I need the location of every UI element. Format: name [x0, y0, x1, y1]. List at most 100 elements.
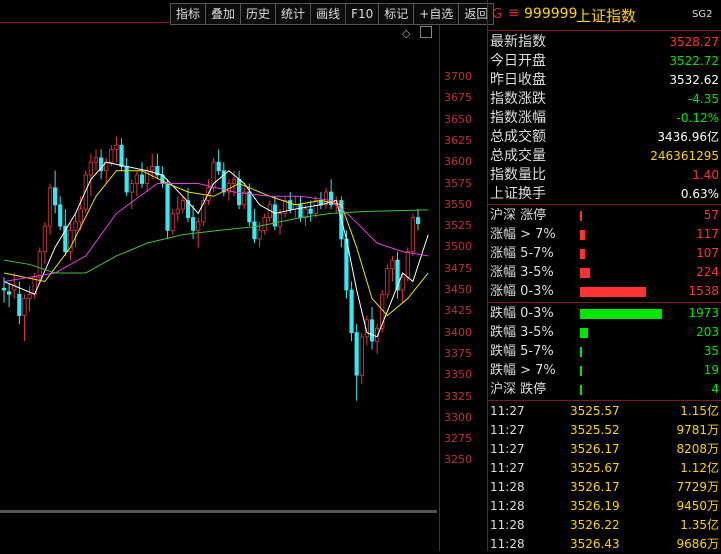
candle-up[interactable]: [262, 217, 267, 231]
toolbar-button[interactable]: 统计: [275, 3, 311, 25]
y-axis-tick-label: 3525: [444, 219, 472, 233]
candle-up[interactable]: [27, 293, 32, 299]
candle-up[interactable]: [390, 259, 395, 270]
candle-down[interactable]: [216, 161, 221, 172]
tick-time: 11:27: [490, 404, 525, 418]
y-axis-tick-label: 3625: [444, 133, 472, 147]
candle-down[interactable]: [252, 221, 257, 240]
tick-time: 11:27: [490, 442, 525, 456]
candle-down[interactable]: [415, 217, 421, 224]
candle-up[interactable]: [400, 276, 405, 291]
breadth-bar: [580, 385, 582, 395]
candle-up[interactable]: [88, 161, 93, 176]
candle-up[interactable]: [313, 200, 318, 214]
candle-down[interactable]: [298, 204, 303, 218]
candle-up[interactable]: [242, 191, 247, 206]
candle-up[interactable]: [129, 183, 134, 193]
candle-up[interactable]: [410, 217, 415, 253]
candle-up[interactable]: [78, 208, 83, 223]
toolbar-button[interactable]: 指标: [170, 3, 206, 25]
candle-down[interactable]: [165, 183, 170, 231]
toolbar-button[interactable]: 叠加: [205, 3, 241, 25]
y-axis-tick-label: 3550: [444, 197, 472, 211]
y-axis-tick-label: 3250: [444, 453, 472, 467]
pane-separator[interactable]: [0, 510, 437, 513]
tick-price: 3525.67: [570, 461, 620, 475]
candle-up[interactable]: [150, 166, 155, 172]
candle-up[interactable]: [93, 157, 99, 163]
candle-up[interactable]: [134, 174, 139, 184]
candle-up[interactable]: [47, 187, 53, 227]
candle-up[interactable]: [114, 144, 119, 150]
candle-down[interactable]: [288, 200, 293, 210]
quote-label: 最新指数: [490, 34, 546, 50]
candle-up[interactable]: [359, 336, 364, 376]
candle-down[interactable]: [7, 291, 12, 295]
quote-value: 3528.27: [669, 35, 719, 49]
breadth-up-row: 涨幅 3-5% 224: [488, 263, 719, 282]
candle-up[interactable]: [170, 212, 175, 231]
candle-down[interactable]: [349, 289, 354, 333]
candle-up[interactable]: [180, 200, 185, 210]
diamond-icon[interactable]: ◇: [402, 27, 410, 40]
candle-up[interactable]: [175, 208, 180, 214]
breadth-count: 1538: [688, 284, 719, 298]
group-mark[interactable]: G: [492, 7, 502, 22]
y-axis-tick-label: 3650: [444, 112, 472, 126]
toolbar-button[interactable]: 标记: [378, 3, 414, 25]
breadth-bar: [580, 328, 588, 338]
quote-row: 今日开盘 3522.72: [488, 52, 719, 71]
candle-up[interactable]: [42, 225, 47, 253]
candle-up[interactable]: [37, 251, 42, 278]
menu-icon[interactable]: ≡: [508, 5, 520, 21]
quote-value: -0.12%: [676, 111, 719, 125]
breadth-label: 涨幅 3-5%: [490, 265, 554, 280]
y-axis-tick-label: 3450: [444, 283, 472, 296]
quote-row: 指数涨跌 -4.35: [488, 90, 719, 109]
candle-up[interactable]: [83, 174, 88, 210]
candle-up[interactable]: [196, 221, 201, 231]
candle-down[interactable]: [17, 293, 22, 316]
breadth-up-row: 涨幅 0-3% 1538: [488, 282, 719, 301]
breadth-down-row: 跌幅 3-5% 203: [488, 323, 719, 342]
quote-label: 指数量比: [490, 167, 546, 183]
candle-up[interactable]: [231, 178, 237, 184]
breadth-count: 4: [711, 382, 719, 396]
candle-up[interactable]: [277, 212, 283, 227]
quote-label: 上证换手: [490, 186, 546, 202]
candle-down[interactable]: [308, 208, 313, 214]
breadth-bar: [580, 366, 582, 376]
candle-down[interactable]: [119, 144, 124, 167]
candle-up[interactable]: [257, 229, 262, 240]
toolbar-button[interactable]: F10: [345, 3, 379, 25]
kline-chart-pane[interactable]: ◇ 3700 3675 3650 3625 3600 3575 3550 3525 3500 34…: [0, 0, 487, 551]
candle-down[interactable]: [1, 287, 7, 291]
breadth-bar: [580, 230, 585, 240]
candle-down[interactable]: [53, 187, 58, 206]
toolbar-button[interactable]: +自选: [413, 3, 459, 25]
candle-down[interactable]: [247, 191, 252, 223]
breadth-down-row: 沪深 跌停 4: [488, 380, 719, 399]
candle-down[interactable]: [58, 204, 63, 227]
breadth-bar: [580, 249, 585, 259]
candle-down[interactable]: [354, 332, 359, 376]
section-separator: [488, 400, 721, 401]
candle-up[interactable]: [385, 268, 390, 295]
sg-badge[interactable]: SG2: [692, 9, 712, 20]
toolbar-button[interactable]: 画线: [310, 3, 346, 25]
kline-chart[interactable]: [0, 22, 437, 532]
candle-up[interactable]: [109, 149, 114, 163]
candle-up[interactable]: [405, 251, 410, 278]
quote-row: 指数涨幅 -0.12%: [488, 109, 719, 128]
candle-up[interactable]: [22, 298, 27, 316]
candle-up[interactable]: [73, 221, 78, 231]
quote-value: 0.63%: [680, 187, 719, 201]
breadth-count: 35: [703, 344, 719, 358]
collapse-box-icon[interactable]: [420, 26, 432, 38]
breadth-count: 203: [696, 325, 719, 339]
candle-down[interactable]: [139, 174, 145, 184]
breadth-bar: [580, 309, 662, 319]
toolbar-button[interactable]: 历史: [240, 3, 276, 25]
candle-down[interactable]: [191, 217, 196, 231]
candle-down[interactable]: [369, 319, 375, 342]
